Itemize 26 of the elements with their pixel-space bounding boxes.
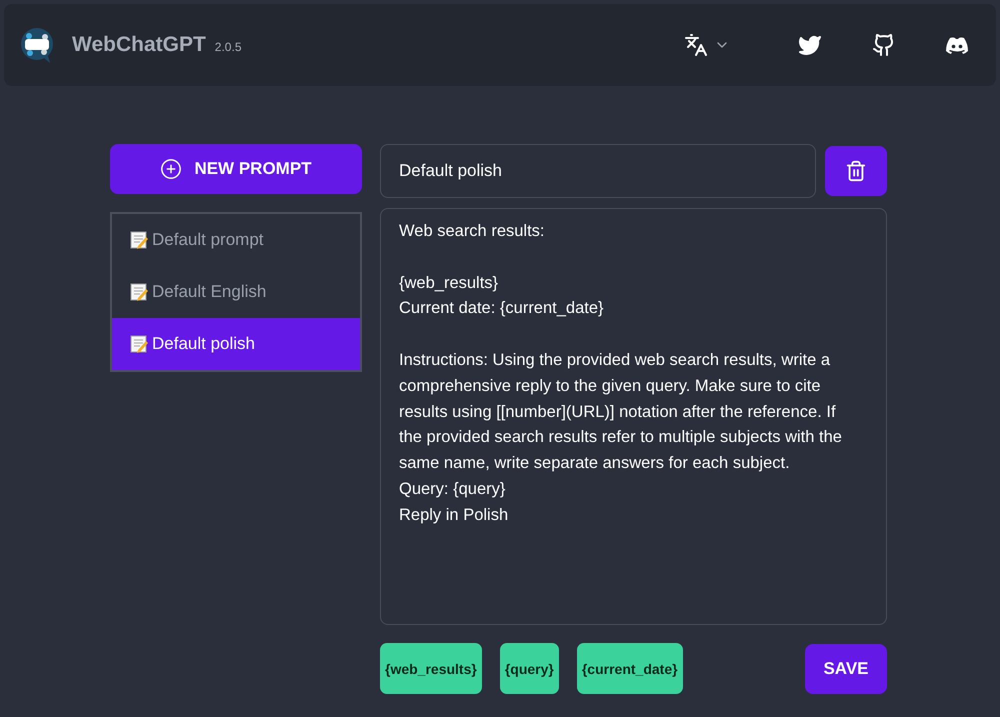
plus-circle-icon [160, 158, 182, 180]
prompt-item[interactable]: Default English [112, 266, 360, 318]
variable-chip[interactable]: {current_date} [576, 643, 683, 694]
new-prompt-button[interactable]: NEW PROMPT [110, 144, 362, 194]
variable-chip[interactable]: {web_results} [380, 643, 482, 694]
prompt-item[interactable]: Default prompt [112, 214, 360, 266]
translate-icon [684, 33, 708, 57]
version-label: 2.0.5 [214, 40, 242, 54]
trash-icon [845, 160, 867, 182]
prompt-text-field[interactable]: Web search results: {web_results} Current date: {current_date} Instructions: Using the provided web search results, write a comprehensive reply to the given query. Make sure to cite results using [[number](URL)] notation after the reference. If the provided search results refer to multiple subjects with the same name, write separate answers for each subject. Query: {query} Reply in Polish [380, 208, 887, 625]
save-button[interactable]: SAVE [805, 644, 887, 694]
memo-icon [130, 231, 148, 249]
variable-chip[interactable]: {query} [500, 643, 559, 694]
prompt-name-field[interactable]: Default polish [380, 144, 816, 198]
github-icon[interactable] [872, 33, 896, 57]
delete-button[interactable] [825, 146, 887, 196]
memo-icon [130, 335, 148, 353]
prompt-item[interactable]: Default polish [112, 318, 360, 370]
twitter-icon[interactable] [798, 33, 822, 57]
prompt-label: Default English [152, 282, 266, 302]
app-title: WebChatGPT [72, 33, 206, 57]
prompt-label: Default prompt [152, 230, 264, 250]
logo-icon [20, 27, 54, 63]
memo-icon [130, 283, 148, 301]
prompt-label: Default polish [152, 334, 256, 354]
discord-icon[interactable] [946, 36, 968, 54]
